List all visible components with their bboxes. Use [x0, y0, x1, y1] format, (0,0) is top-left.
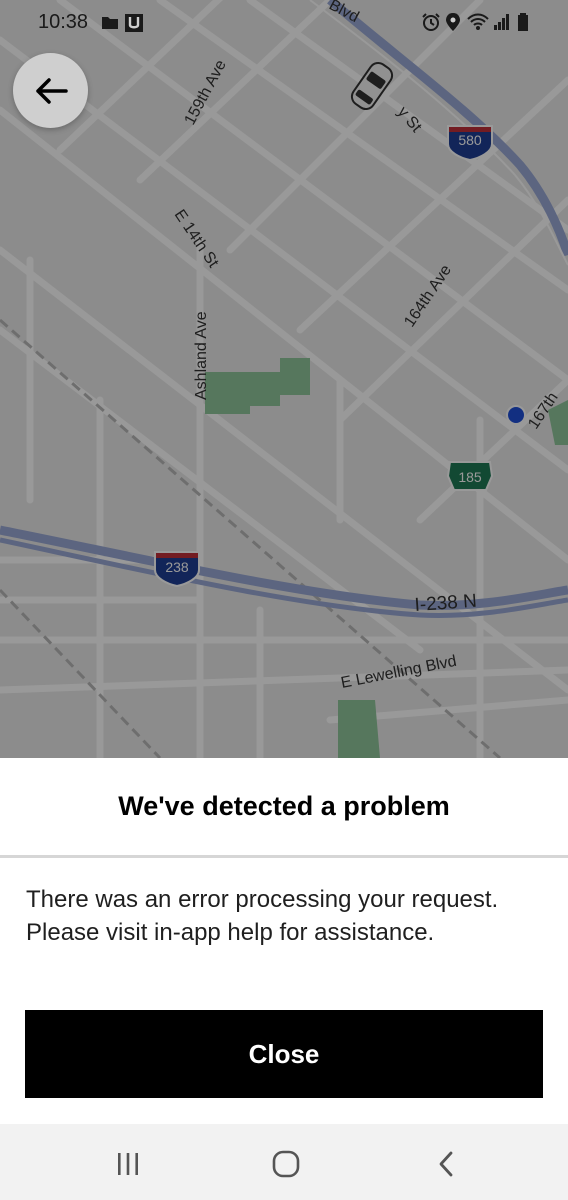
wifi-icon: [466, 12, 490, 32]
divider: [0, 855, 568, 858]
battery-icon: [517, 12, 529, 32]
map-dim-overlay: [0, 0, 568, 758]
close-button[interactable]: Close: [25, 1010, 543, 1098]
status-bar: 10:38: [0, 0, 568, 46]
folder-icon: [101, 12, 119, 32]
arrow-left-icon: [35, 77, 68, 104]
system-nav-bar: [0, 1124, 568, 1200]
status-time: 10:38: [38, 11, 89, 33]
home-icon[interactable]: [266, 1144, 306, 1184]
alarm-icon: [421, 12, 441, 32]
back-icon[interactable]: [426, 1144, 466, 1184]
dialog-title: We've detected a problem: [118, 791, 450, 821]
signal-icon: [493, 12, 511, 32]
u-app-icon: [124, 12, 144, 32]
dialog-message: There was an error processing your reque…: [26, 886, 499, 946]
map-view[interactable]: 159th Ave E 14th St Ashland Ave 164th Av…: [0, 0, 568, 758]
back-button[interactable]: [13, 53, 88, 128]
location-icon: [445, 12, 461, 32]
recent-apps-icon[interactable]: [108, 1144, 148, 1184]
error-dialog: We've detected a problem There was an er…: [0, 758, 568, 1124]
